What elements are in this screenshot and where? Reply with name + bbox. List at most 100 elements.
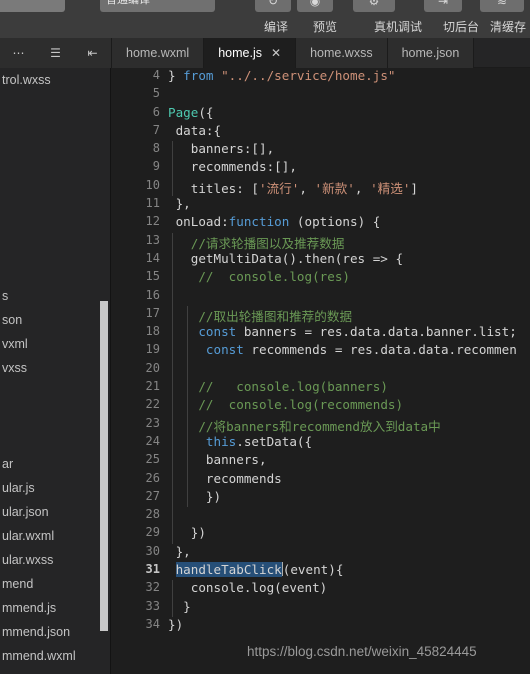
outline-list-icon[interactable]: ☰ [37,38,74,68]
file-list-item[interactable] [0,164,110,188]
code-line[interactable]: 16 [112,287,530,306]
watermark-url: https://blog.csdn.net/weixin_45824445 [247,644,477,659]
toolbar-selector-left[interactable] [0,0,65,12]
code-line[interactable]: 17 //取出轮播图和推荐的数据 [112,305,530,325]
compile-mode-selector[interactable]: 普通编译 [100,0,215,12]
file-list-item[interactable]: mmend.wxss [0,668,110,674]
code-line[interactable]: 8 banners:[], [112,141,530,160]
collapse-panel-icon[interactable]: ⇤ [74,38,111,68]
preview-button[interactable]: ◉ [297,0,333,12]
code-line[interactable]: 6 Page({ [112,105,530,123]
code-line[interactable]: 19 const recommends = res.data.data.reco… [112,342,530,361]
tab-home-json[interactable]: home.json [387,38,475,68]
file-list-item[interactable] [0,404,110,428]
close-icon[interactable]: ✕ [271,47,281,59]
code-text: this.setData({ [205,433,313,449]
file-list-item[interactable]: mmend.wxml [0,644,110,668]
code-line[interactable]: 5 [112,86,530,104]
code-line[interactable]: 9 recommends:[], [112,159,530,178]
line-number: 14 [145,250,160,265]
code-line[interactable]: 27 }) [112,488,530,508]
file-list-item-label: mmend.js [2,601,57,615]
file-list-item[interactable]: trol.wxss [0,68,110,92]
file-list-item[interactable] [0,116,110,140]
file-list-item-label: s [2,289,9,303]
tab-home-js[interactable]: home.js ✕ [204,38,297,68]
eye-preview-icon: ◉ [309,0,321,8]
file-list-item[interactable]: ular.js [0,476,110,500]
tab-home-wxss[interactable]: home.wxss [296,38,388,68]
file-list-item[interactable]: vxml [0,332,110,356]
line-number: 31 [145,562,160,577]
toolbar-label-device-debug[interactable]: 真机调试 [374,18,422,35]
more-options-icon[interactable]: ⋯ [0,38,37,68]
code-text: Page({ [168,104,214,120]
code-line[interactable]: 33 } [112,598,530,617]
code-line[interactable]: 22 // console.log(recommends) [112,397,530,416]
code-line[interactable]: 10 titles: ['流行', '新款', '精选'] [112,177,530,197]
file-list-item[interactable] [0,140,110,164]
code-line[interactable]: 21 // console.log(banners) [112,379,530,398]
code-text: // console.log(res) [198,269,350,285]
code-line[interactable]: 28 [112,507,530,526]
code-line[interactable]: 26 recommends [112,470,530,489]
file-list-item[interactable]: vxss [0,356,110,380]
file-list-item[interactable] [0,212,110,236]
file-list-item[interactable] [0,260,110,284]
file-list-item[interactable] [0,92,110,116]
line-number: 15 [145,269,160,284]
file-list-item[interactable]: ular.wxml [0,524,110,548]
code-line[interactable]: 18 const banners = res.data.data.banner.… [112,324,530,343]
file-list-item[interactable] [0,380,110,404]
line-number: 30 [145,543,160,558]
toolbar-label-preview[interactable]: 预览 [313,18,337,35]
background-switch-button[interactable]: ⇥ [424,0,462,12]
code-line[interactable]: 11 }, [112,196,530,214]
wechat-devtools-window: 普通编译 ↻ ◉ ⚙ ⇥ ≋ 编译 预览 真机调试 切后台 清缓存 ⋯ ☰ ⇤ … [0,0,530,674]
file-list-item[interactable]: ar [0,452,110,476]
file-list-item[interactable]: s [0,284,110,308]
file-list-item[interactable]: ular.wxss [0,548,110,572]
file-explorer-sidebar[interactable]: trol.wxss s son vxml vxss ar ular.js ular.json u… [0,68,111,674]
code-line[interactable]: 14 getMultiData().then(res => { [112,250,530,270]
code-text: //取出轮播图和推荐的数据 [198,308,353,324]
code-line[interactable]: 31 handleTabClick(event){ [112,562,530,580]
clear-cache-button[interactable]: ≋ [480,0,524,12]
tab-label: home.json [401,46,460,60]
device-debug-button[interactable]: ⚙ [353,0,395,12]
code-line[interactable]: 7 data:{ [112,123,530,141]
toolbar-label-compile[interactable]: 编译 [264,18,288,35]
file-list-item-label: vxml [2,337,28,351]
code-line[interactable]: 15 // console.log(res) [112,269,530,288]
line-number: 27 [145,488,160,503]
toolbar-label-clear-cache[interactable]: 清缓存 [490,18,526,35]
sidebar-scrollbar[interactable] [100,301,108,631]
line-number: 28 [145,507,160,522]
file-list-item[interactable] [0,428,110,452]
code-line[interactable]: 4} from "../../service/home.js" [112,68,530,86]
code-line[interactable]: 23 //将banners和recommend放入到data中 [112,415,530,434]
file-list-item[interactable]: mmend.json [0,620,110,644]
line-number: 21 [145,379,160,394]
compile-button[interactable]: ↻ [255,0,291,12]
file-list-item[interactable]: son [0,308,110,332]
line-number: 10 [145,177,160,192]
toolbar-label-background[interactable]: 切后台 [443,18,479,35]
file-list-item-label: vxss [2,361,27,375]
code-line[interactable]: 20 [112,360,530,380]
file-list-item[interactable] [0,188,110,212]
code-line[interactable]: 30 }, [112,544,530,562]
file-list-item[interactable]: mend [0,572,110,596]
code-line[interactable]: 32 console.log(event) [112,580,530,599]
code-line[interactable]: 29 }) [112,525,530,544]
file-list-item[interactable]: ular.json [0,500,110,524]
code-line[interactable]: 25 banners, [112,452,530,471]
tab-home-wxml[interactable]: home.wxml [112,38,205,68]
code-line[interactable]: 24 this.setData({ [112,433,530,453]
code-line[interactable]: 34}) [112,617,530,635]
code-editor[interactable]: 4} from "../../service/home.js" 5 6 Page({7… [112,68,530,674]
code-line[interactable]: 13 //请求轮播图以及推荐数据 [112,232,530,251]
code-line[interactable]: 12 onLoad:function (options) { [112,214,530,232]
file-list-item[interactable]: mmend.js [0,596,110,620]
file-list-item[interactable] [0,236,110,260]
